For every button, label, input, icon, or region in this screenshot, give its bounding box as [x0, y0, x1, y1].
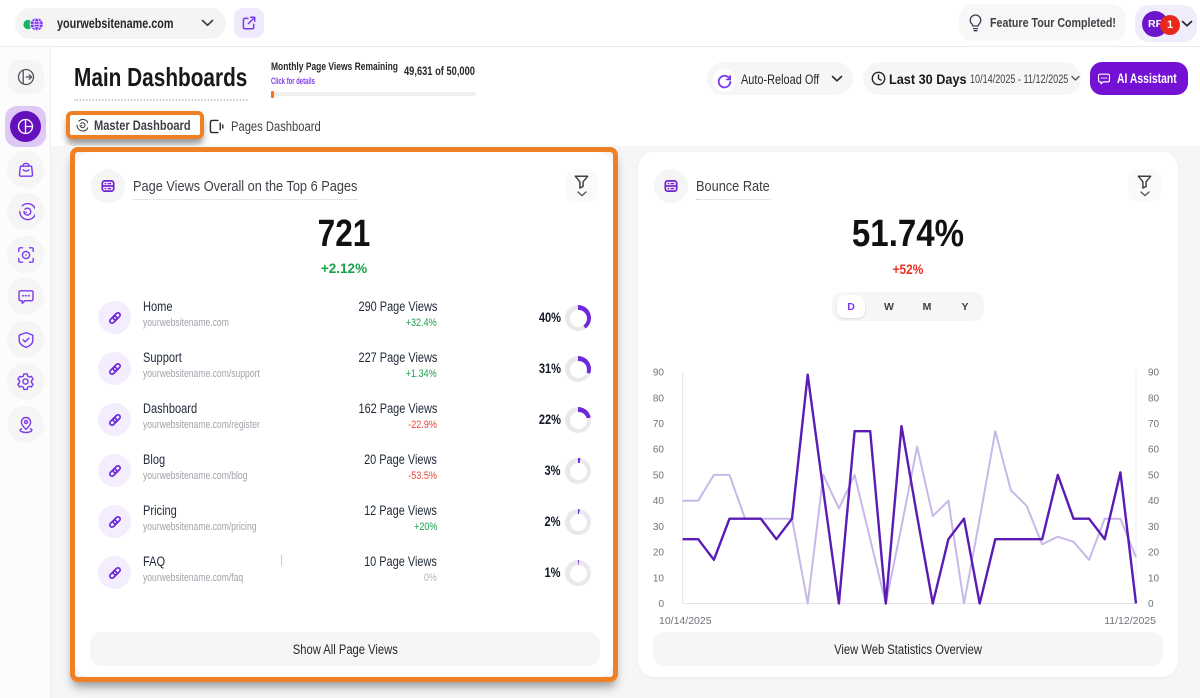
svg-text:40: 40 [653, 496, 665, 507]
svg-text:20: 20 [1148, 548, 1160, 559]
svg-text:10: 10 [653, 573, 665, 584]
svg-text:0: 0 [658, 599, 664, 610]
svg-text:40: 40 [1148, 496, 1160, 507]
svg-text:70: 70 [653, 419, 665, 430]
svg-text:10/14/2025: 10/14/2025 [659, 615, 712, 627]
svg-text:10: 10 [1148, 573, 1160, 584]
svg-text:80: 80 [653, 393, 665, 404]
svg-text:50: 50 [1148, 470, 1160, 481]
svg-text:0: 0 [1148, 599, 1154, 610]
svg-text:80: 80 [1148, 393, 1160, 404]
svg-text:60: 60 [1148, 445, 1160, 456]
svg-text:30: 30 [1148, 522, 1160, 533]
svg-text:30: 30 [653, 522, 665, 533]
svg-text:70: 70 [1148, 419, 1160, 430]
svg-text:11/12/2025: 11/12/2025 [1104, 615, 1156, 627]
svg-text:90: 90 [653, 368, 665, 379]
svg-text:50: 50 [653, 470, 665, 481]
svg-text:90: 90 [1148, 368, 1160, 379]
svg-text:60: 60 [653, 445, 665, 456]
svg-text:20: 20 [653, 548, 665, 559]
